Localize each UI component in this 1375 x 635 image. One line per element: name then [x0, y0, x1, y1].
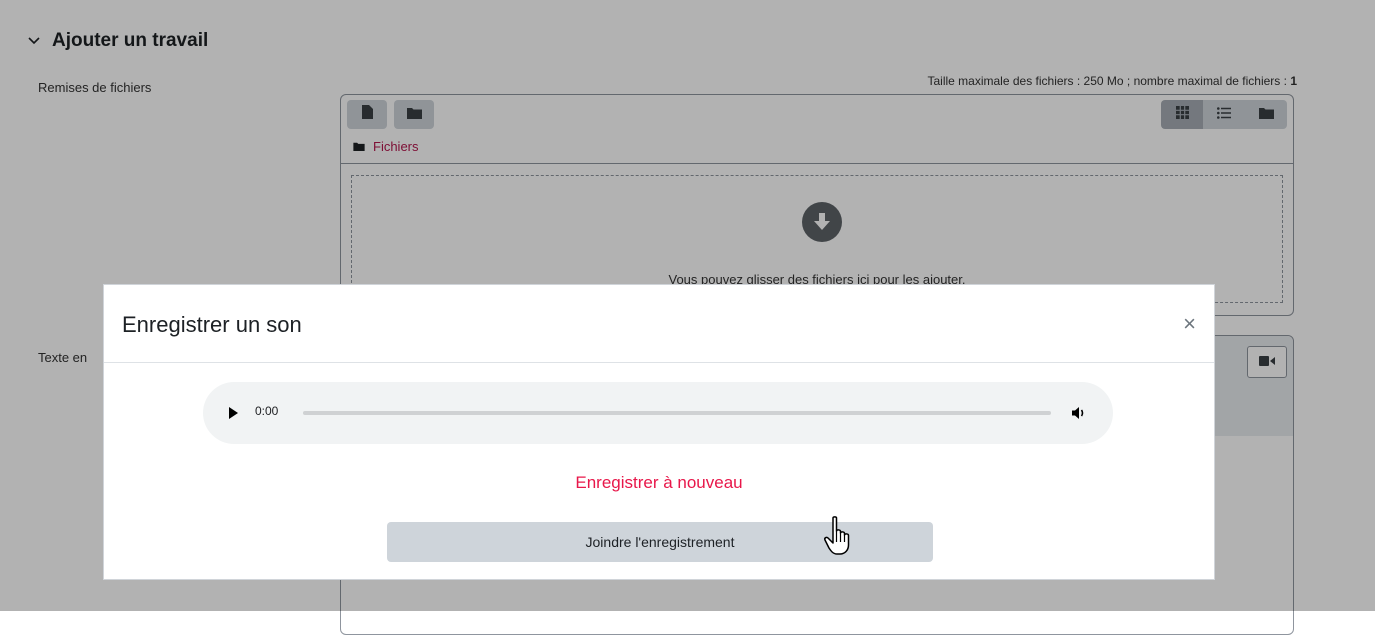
- assignment-page: Ajouter un travail Remises de fichiers T…: [0, 0, 1375, 635]
- audio-progress-bar[interactable]: [303, 411, 1051, 415]
- hand-pointer-icon: [824, 516, 850, 555]
- volume-icon[interactable]: [1071, 405, 1087, 421]
- dialog-title: Enregistrer un son: [122, 312, 302, 337]
- dialog-header: Enregistrer un son ×: [104, 285, 1214, 363]
- record-audio-dialog: Enregistrer un son × 0:00 Enregistrer à …: [103, 284, 1215, 580]
- close-icon[interactable]: ×: [1183, 313, 1196, 335]
- record-again-link[interactable]: Enregistrer à nouveau: [104, 473, 1214, 493]
- audio-player: 0:00: [203, 382, 1113, 444]
- player-time: 0:00: [255, 404, 279, 418]
- play-icon[interactable]: [227, 406, 239, 420]
